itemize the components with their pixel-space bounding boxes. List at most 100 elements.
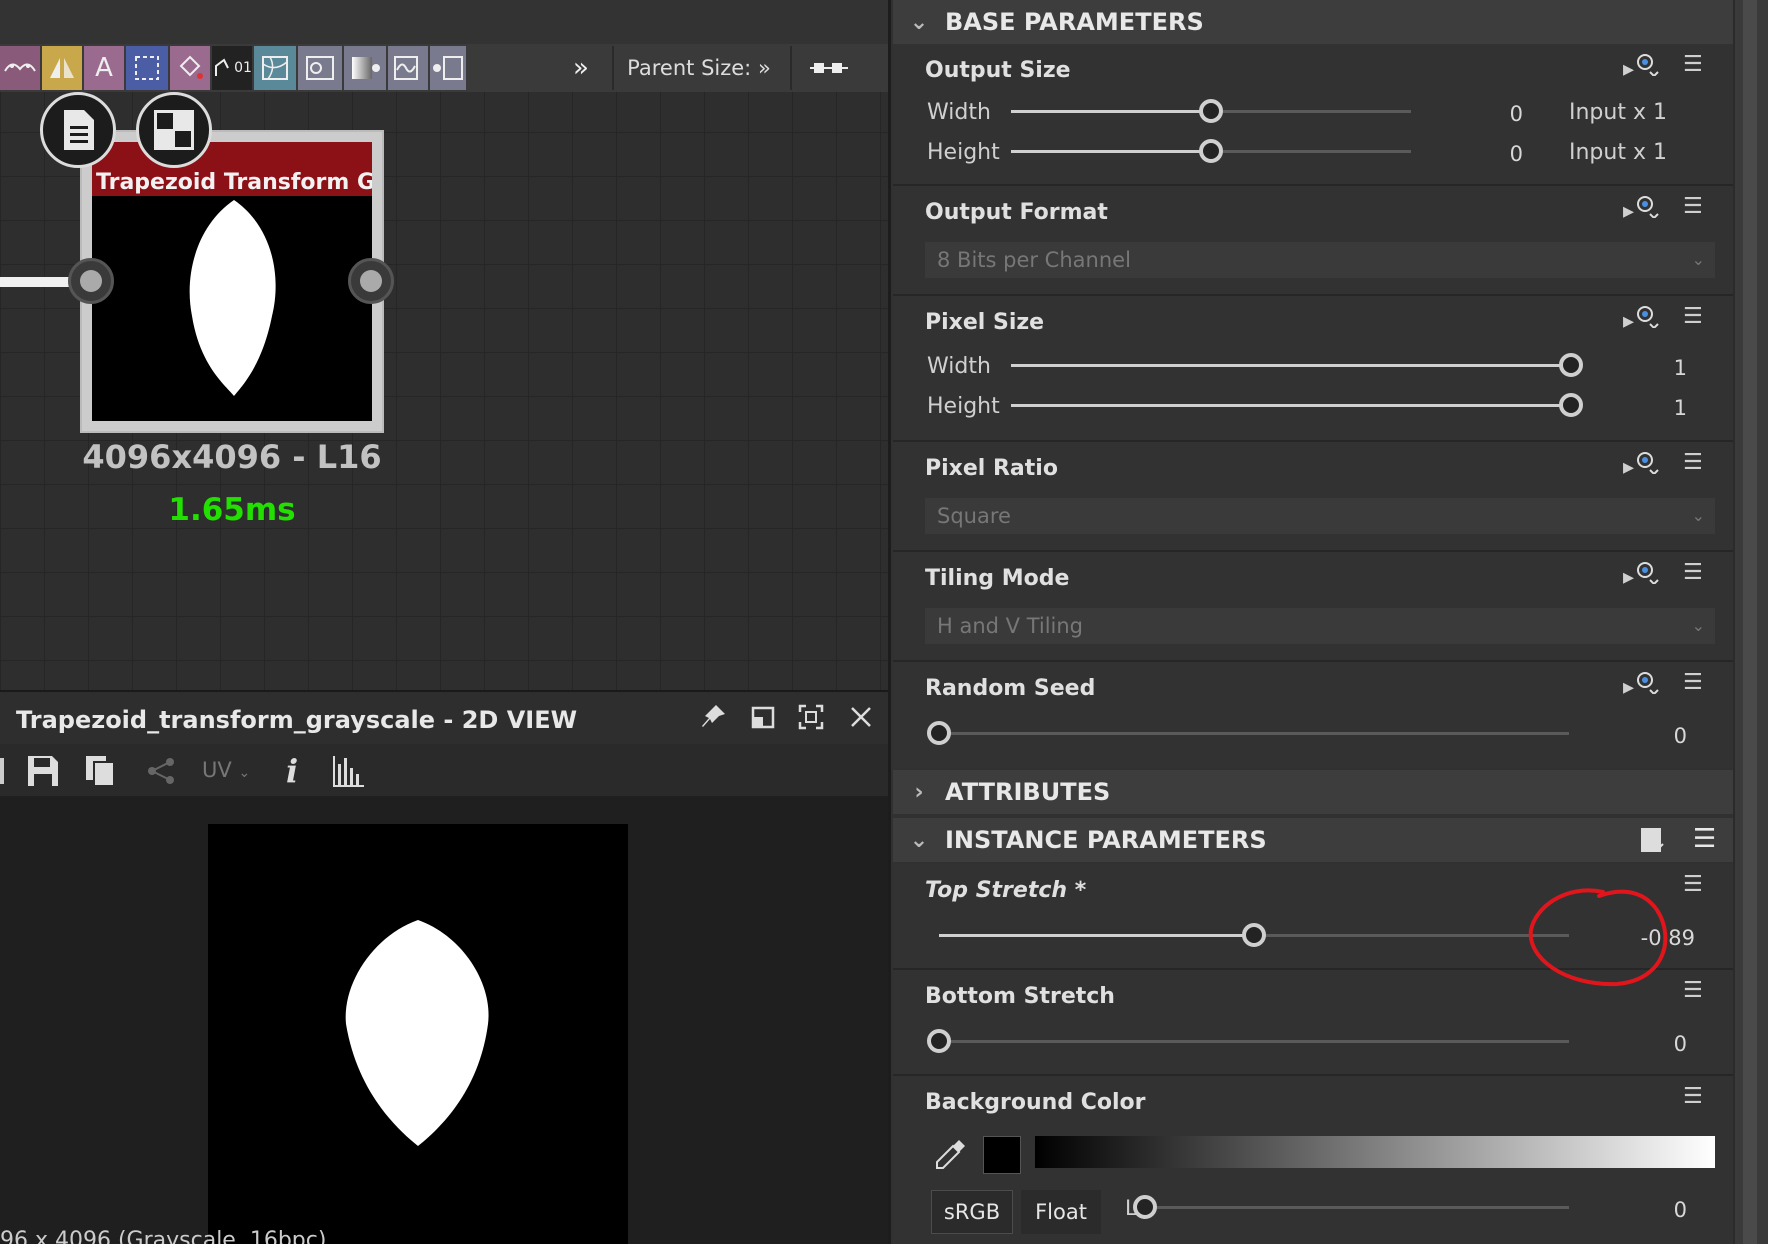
checker-icon[interactable] [136, 92, 212, 168]
preset-icon[interactable] [1639, 826, 1667, 862]
pixel-ratio-select[interactable]: Square ⌄ [925, 498, 1715, 534]
document-icon[interactable] [40, 92, 116, 168]
output-height-slider[interactable] [1011, 139, 1411, 163]
pixel-width-slider[interactable] [1011, 353, 1583, 377]
info-icon[interactable]: i [286, 752, 298, 790]
scrollbar-thumb[interactable] [1743, 0, 1757, 1244]
2d-view-canvas[interactable] [208, 824, 628, 1244]
scrollbar[interactable] [1735, 0, 1768, 1244]
output-height-mode[interactable]: Input x 1 [1569, 140, 1667, 165]
luminance-gradient-bar[interactable] [1035, 1136, 1715, 1168]
chevron-down-icon: ⌄ [1691, 616, 1705, 635]
output-height-value[interactable]: 0 [1453, 142, 1523, 166]
expose-icon[interactable]: ▸ [1623, 194, 1660, 224]
chevron-down-icon: ⌄ [909, 827, 929, 853]
expose-icon[interactable]: ▸ [1623, 670, 1660, 700]
curve-tool-icon[interactable] [0, 46, 40, 90]
tiling-mode-select[interactable]: H and V Tiling ⌄ [925, 608, 1715, 644]
base-parameters-header[interactable]: ⌄ BASE PARAMETERS [893, 0, 1733, 44]
warp-tool-icon[interactable] [254, 46, 296, 90]
2d-view-panel: Trapezoid_transform_grayscale - 2D VIEW [0, 690, 888, 1244]
parent-size-label: Parent Size: [627, 56, 752, 80]
pixel-width-value[interactable]: 1 [1623, 356, 1687, 380]
output-format-select[interactable]: 8 Bits per Channel ⌄ [925, 242, 1715, 278]
copy-icon[interactable] [84, 754, 118, 792]
bottom-stretch-label: Bottom Stretch [925, 984, 1115, 1009]
chevron-right-icon: › [914, 779, 924, 805]
shape-tool-icon[interactable] [298, 46, 342, 90]
output-width-mode[interactable]: Input x 1 [1569, 100, 1667, 125]
instance-parameters-header[interactable]: ⌄ INSTANCE PARAMETERS ☰ [893, 818, 1733, 862]
maximize-icon[interactable] [796, 702, 826, 732]
annotation-circle [1528, 888, 1668, 987]
chevron-down-icon: ⌄ [1691, 250, 1705, 269]
frame-tool-icon[interactable] [430, 46, 466, 90]
pixel-ratio-group: Pixel Ratio ▸ ☰ Square ⌄ [893, 442, 1733, 552]
expose-icon[interactable]: ▸ [1623, 52, 1660, 82]
bottom-stretch-value[interactable]: 0 [1623, 1032, 1687, 1056]
pixel-height-slider[interactable] [1011, 393, 1583, 417]
bottom-stretch-slider[interactable] [927, 1029, 1569, 1053]
graph-node[interactable]: Trapezoid Transform G... [80, 130, 384, 433]
output-size-label: Output Size [925, 58, 1071, 83]
fill-tool-icon[interactable] [170, 46, 210, 90]
output-width-slider[interactable] [1011, 99, 1411, 123]
wave-tool-icon[interactable] [388, 46, 428, 90]
srgb-button[interactable]: sRGB [931, 1190, 1013, 1234]
node-output-port[interactable] [348, 258, 394, 304]
close-icon[interactable] [846, 702, 876, 732]
top-stretch-slider[interactable] [939, 923, 1569, 947]
l-channel-value[interactable]: 0 [1623, 1198, 1687, 1222]
2d-view-toolbar: UV ⌄ i [0, 744, 888, 796]
mirror-tool-icon[interactable] [42, 46, 82, 90]
fx-tool-icon[interactable]: 01 [212, 46, 252, 90]
color-swatch[interactable] [983, 1136, 1021, 1174]
menu-icon[interactable]: ☰ [1683, 560, 1703, 585]
menu-icon[interactable]: ☰ [1683, 450, 1703, 475]
share-icon[interactable] [144, 756, 178, 790]
attributes-header[interactable]: › ATTRIBUTES [893, 770, 1733, 814]
toolbar-edge-icon [0, 758, 4, 784]
menu-icon[interactable]: ☰ [1693, 824, 1716, 854]
node-input-port[interactable] [68, 258, 114, 304]
menu-icon[interactable]: ☰ [1683, 978, 1703, 1003]
pin-icon[interactable] [698, 702, 728, 732]
width-label: Width [927, 100, 991, 125]
graph-view[interactable]: A 01 » Parent Size: » Trapezoid Transfor… [0, 0, 888, 690]
expose-icon[interactable]: ▸ [1623, 304, 1660, 334]
output-format-value: 8 Bits per Channel [937, 248, 1131, 272]
connect-icon[interactable] [800, 46, 860, 90]
text-tool-label: A [95, 53, 113, 83]
menu-icon[interactable]: ☰ [1683, 1084, 1703, 1109]
tiling-mode-value: H and V Tiling [937, 614, 1084, 638]
pixel-height-value[interactable]: 1 [1623, 396, 1687, 420]
parent-size-button[interactable]: Parent Size: » [618, 46, 780, 90]
width-label: Width [927, 354, 991, 379]
random-seed-label: Random Seed [925, 676, 1096, 701]
restore-icon[interactable] [748, 702, 778, 732]
random-seed-value[interactable]: 0 [1623, 724, 1687, 748]
selection-tool-icon[interactable] [126, 46, 168, 90]
uv-dropdown[interactable]: UV ⌄ [202, 758, 250, 782]
histogram-icon[interactable] [330, 754, 366, 792]
pixel-ratio-label: Pixel Ratio [925, 456, 1058, 481]
eyedropper-icon[interactable] [933, 1138, 967, 1176]
output-width-value[interactable]: 0 [1453, 102, 1523, 126]
tiling-mode-label: Tiling Mode [925, 566, 1070, 591]
l-channel-slider[interactable] [1133, 1195, 1569, 1219]
top-stretch-label: Top Stretch * [925, 878, 1087, 903]
menu-icon[interactable]: ☰ [1683, 304, 1703, 329]
expose-icon[interactable]: ▸ [1623, 560, 1660, 590]
text-tool-icon[interactable]: A [84, 46, 124, 90]
expose-icon[interactable]: ▸ [1623, 450, 1660, 480]
menu-icon[interactable]: ☰ [1683, 670, 1703, 695]
menu-icon[interactable]: ☰ [1683, 194, 1703, 219]
save-icon[interactable] [26, 754, 60, 792]
menu-icon[interactable]: ☰ [1683, 52, 1703, 77]
random-seed-slider[interactable] [927, 721, 1569, 745]
gradient-tool-icon[interactable] [344, 46, 386, 90]
menu-icon[interactable]: ☰ [1683, 872, 1703, 897]
float-button[interactable]: Float [1021, 1190, 1101, 1234]
parent-size-more-label: » [757, 56, 771, 80]
more-tools-button[interactable]: » [556, 46, 606, 90]
